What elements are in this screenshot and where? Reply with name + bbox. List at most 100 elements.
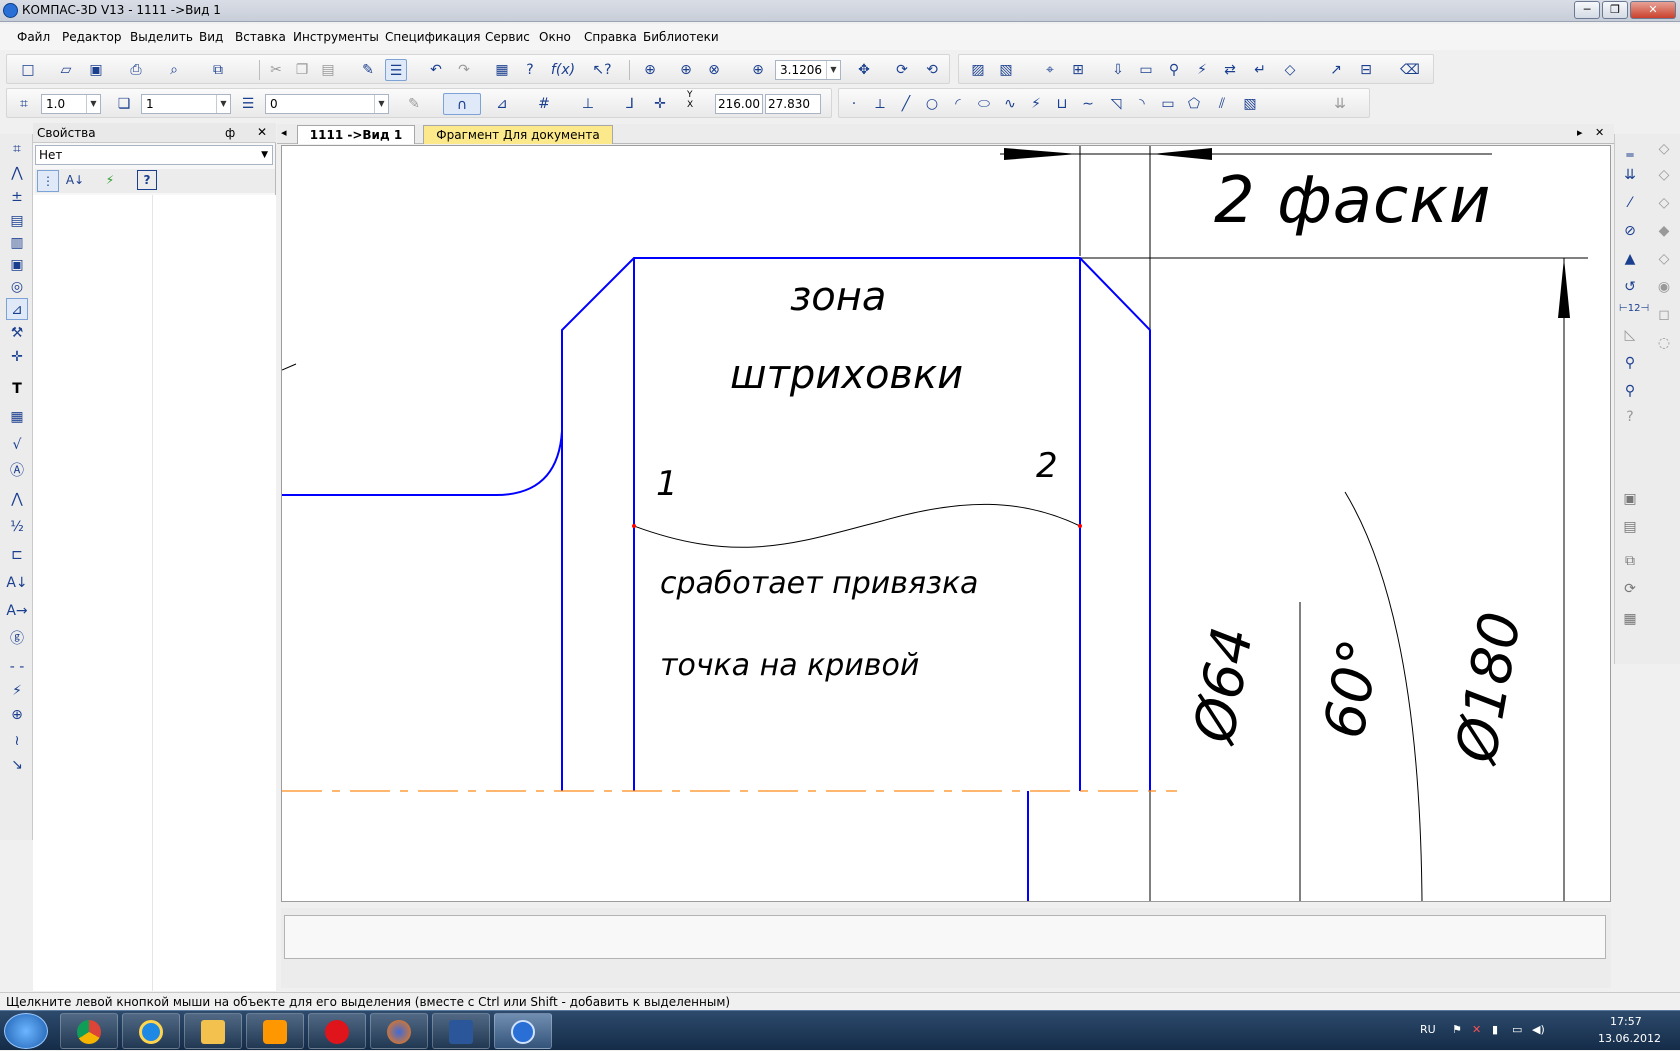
taskbar-explorer[interactable]	[184, 1013, 242, 1049]
branding-icon[interactable]: ⓖ	[6, 628, 28, 650]
undo-icon[interactable]: ↶	[425, 59, 447, 81]
chevron-down-icon[interactable]: ▼	[216, 95, 230, 113]
roughness-icon[interactable]: √	[6, 434, 28, 456]
format-brush-icon[interactable]: ✎	[357, 59, 379, 81]
cursor-step-icon[interactable]: ⌗	[13, 93, 35, 115]
context-help-icon[interactable]: ↖?	[591, 59, 613, 81]
view-op-2-icon[interactable]: ▤	[1619, 516, 1641, 538]
layer-2-icon[interactable]: ◇	[1653, 164, 1675, 186]
taskbar-ie[interactable]	[122, 1013, 180, 1049]
layer-7-icon[interactable]: ◻	[1653, 304, 1675, 326]
bezier-icon[interactable]: ∼	[1077, 93, 1099, 115]
segment-icon[interactable]: ╱	[895, 93, 917, 115]
dimensions-panel-icon[interactable]: ⋀	[6, 162, 28, 184]
cut-line-icon[interactable]: A↓	[6, 572, 28, 594]
associative-view-icon[interactable]: ⊿	[6, 298, 28, 320]
circle-icon[interactable]: ○	[921, 93, 943, 115]
point-icon[interactable]: ·	[843, 93, 865, 115]
step-field[interactable]: 1.0 ▼	[41, 94, 101, 114]
hatch-fill-icon[interactable]: ▧	[1239, 93, 1261, 115]
volume-icon[interactable]: ◀)	[1532, 1023, 1545, 1036]
copy-icon[interactable]: ❐	[291, 59, 313, 81]
coord-y-field[interactable]: 27.830	[765, 94, 821, 114]
layer-5-icon[interactable]: ◇	[1653, 248, 1675, 270]
base-icon[interactable]: Ⓐ	[6, 460, 28, 482]
grid-icon[interactable]: ⊞	[1067, 59, 1089, 81]
orthogonal-icon[interactable]: ⅃	[619, 93, 641, 115]
aux-line-icon[interactable]: ⟂	[869, 93, 891, 115]
tab-view[interactable]: 1111 ->Вид 1	[297, 125, 415, 144]
menu-specification[interactable]: Спецификация	[385, 30, 480, 44]
apply-icon[interactable]: ⚡	[99, 170, 121, 192]
menu-service[interactable]: Сервис	[485, 30, 530, 44]
equidistant-icon[interactable]: ⫽	[1211, 93, 1233, 115]
arrow-icon[interactable]: ↘	[6, 754, 28, 776]
view-op-3-icon[interactable]: ⧉	[1619, 550, 1641, 572]
flag-icon[interactable]: ⚑	[1452, 1023, 1462, 1036]
taskbar-firefox[interactable]	[370, 1013, 428, 1049]
hatch-icon[interactable]: ▨	[967, 59, 989, 81]
new-document-icon[interactable]: □	[17, 59, 39, 81]
break-line-icon[interactable]: ≀	[6, 730, 28, 752]
return-icon[interactable]: ↵	[1249, 59, 1271, 81]
drawing-canvas[interactable]: 2 фаски зона штриховки 1 2 сработает при…	[281, 145, 1611, 902]
hammer-icon[interactable]: ⚒	[6, 322, 28, 344]
menu-window[interactable]: Окно	[539, 30, 571, 44]
zoom-all-icon[interactable]: ⊗	[703, 59, 725, 81]
tab-scroll-right-icon[interactable]: ▸	[1577, 126, 1583, 139]
text-tool-icon[interactable]: T	[6, 378, 28, 400]
collect-contour-icon[interactable]: ⇊	[1329, 93, 1351, 115]
spline-icon[interactable]: ∿	[999, 93, 1021, 115]
geometry-panel-icon[interactable]: ⌗	[6, 138, 28, 160]
library-manager-icon[interactable]: ▦	[491, 59, 513, 81]
aux-pin-icon[interactable]: ⚲	[1619, 352, 1641, 374]
sort-icon[interactable]: A↓	[63, 170, 87, 192]
arc-icon[interactable]: ◜	[947, 93, 969, 115]
export-icon[interactable]: ↗	[1325, 59, 1347, 81]
paste-icon[interactable]: ▤	[317, 59, 339, 81]
restore-icon[interactable]: ❐	[1602, 1, 1628, 19]
center-mark-icon[interactable]: ⊕	[6, 704, 28, 726]
chevron-down-icon[interactable]: ▼	[374, 95, 388, 113]
rectangle-icon[interactable]: ▭	[1157, 93, 1179, 115]
local-cs-icon[interactable]: ⊥	[577, 93, 599, 115]
zoom-scale-icon[interactable]: ⊕	[747, 59, 769, 81]
spec-icon[interactable]: ✛	[6, 346, 28, 368]
close-icon[interactable]: ✕	[1630, 1, 1676, 19]
minimize-icon[interactable]: ─	[1574, 1, 1600, 19]
redo-icon[interactable]: ↷	[453, 59, 475, 81]
contour-icon[interactable]: ⊔	[1051, 93, 1073, 115]
menu-help[interactable]: Справка	[584, 30, 637, 44]
variables-icon[interactable]: ?	[519, 59, 541, 81]
aux-bisector-icon[interactable]: ▲	[1619, 248, 1641, 270]
designations-panel-icon[interactable]: ±	[6, 186, 28, 208]
magnet-snap-icon[interactable]: ∩	[443, 93, 481, 115]
save-icon[interactable]: ▣	[85, 59, 107, 81]
start-orb-icon[interactable]	[4, 1013, 48, 1049]
zoom-window-icon[interactable]: ⊕	[639, 59, 661, 81]
help-icon[interactable]: ?	[137, 170, 157, 190]
aux-normal-icon[interactable]: ◺	[1619, 324, 1641, 346]
aux-arc-icon[interactable]: ↺	[1619, 276, 1641, 298]
select-panel-icon[interactable]: ◎	[6, 276, 28, 298]
redraw-icon[interactable]: ⟲	[921, 59, 943, 81]
taskbar-word[interactable]	[432, 1013, 490, 1049]
layer-4-icon[interactable]: ◆	[1653, 220, 1675, 242]
print-preview-icon[interactable]: ⌕	[163, 59, 185, 81]
chevron-down-icon[interactable]: ▼	[86, 95, 100, 113]
taskbar-kompas[interactable]	[494, 1013, 552, 1049]
measure-icon[interactable]: ⚲	[1163, 59, 1185, 81]
aux-parallel-icon[interactable]: ‗	[1619, 138, 1641, 160]
view-field[interactable]: 1 ▼	[141, 94, 231, 114]
position-icon[interactable]: ½	[6, 516, 28, 538]
chevron-down-icon[interactable]: ▼	[826, 61, 840, 79]
diamond-icon[interactable]: ◇	[1279, 59, 1301, 81]
view-op-4-icon[interactable]: ⟳	[1619, 578, 1641, 600]
leader-icon[interactable]: ⋀	[6, 488, 28, 510]
polygon-icon[interactable]: ⬠	[1183, 93, 1205, 115]
tray-app-icon[interactable]: ▮	[1492, 1023, 1498, 1036]
snap-points-icon[interactable]: ✛	[649, 93, 671, 115]
open-folder-icon[interactable]: ▱	[55, 59, 77, 81]
aux-angle-icon[interactable]: ⁄	[1619, 192, 1641, 214]
taskbar-opera[interactable]	[308, 1013, 366, 1049]
